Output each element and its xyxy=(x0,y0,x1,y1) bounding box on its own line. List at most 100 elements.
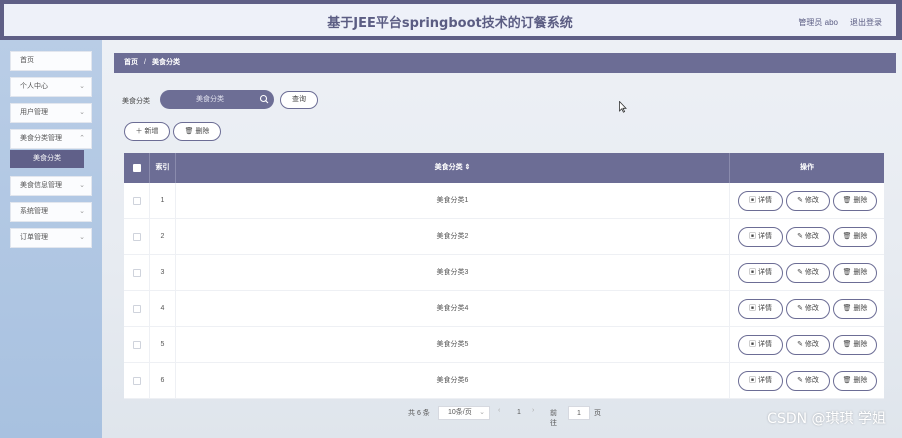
row-index: 6 xyxy=(150,363,176,399)
logout-link[interactable]: 退出登录 xyxy=(850,17,882,28)
trash-icon: 🗑 xyxy=(842,269,854,276)
header-check-cell xyxy=(124,153,150,183)
row-checkbox[interactable] xyxy=(133,197,141,205)
detail-button[interactable]: ▣ 详情 xyxy=(738,263,783,283)
header-category[interactable]: 美食分类 ⇕ xyxy=(176,153,730,183)
row-category: 美食分类5 xyxy=(176,327,730,363)
sidebar-item-home[interactable]: 首页 xyxy=(10,51,92,71)
delete-button-label: 删除 xyxy=(853,233,868,240)
edit-button[interactable]: ✎ 修改 xyxy=(786,335,830,355)
table-row: 3 美食分类3 ▣ 详情 ✎ 修改 🗑 删除 xyxy=(124,255,884,291)
batch-delete-label: 删除 xyxy=(195,128,210,135)
chevron-down-icon: ⌄ xyxy=(79,182,85,189)
delete-button-label: 删除 xyxy=(853,305,868,312)
row-actions: ▣ 详情 ✎ 修改 🗑 删除 xyxy=(730,327,884,363)
delete-button[interactable]: 🗑 删除 xyxy=(833,227,877,247)
row-actions: ▣ 详情 ✎ 修改 🗑 删除 xyxy=(730,219,884,255)
detail-button[interactable]: ▣ 详情 xyxy=(738,227,783,247)
detail-button[interactable]: ▣ 详情 xyxy=(738,299,783,319)
breadcrumb-home[interactable]: 首页 xyxy=(124,59,138,66)
batch-delete-button[interactable]: 🗑 删除 xyxy=(173,122,221,141)
sort-icon[interactable]: ⇕ xyxy=(465,164,471,171)
breadcrumb-separator: / xyxy=(144,59,146,66)
add-button-label: 新增 xyxy=(144,128,159,135)
edit-button[interactable]: ✎ 修改 xyxy=(786,299,830,319)
current-user: 管理员 abo xyxy=(798,18,838,27)
edit-icon: ✎ xyxy=(797,377,805,384)
goto-page-input[interactable] xyxy=(568,406,590,420)
table-row: 4 美食分类4 ▣ 详情 ✎ 修改 🗑 删除 xyxy=(124,291,884,327)
chevron-down-icon: ⌄ xyxy=(479,409,485,416)
sidebar-item-order-management[interactable]: 订单管理 ⌄ xyxy=(10,228,92,248)
edit-icon: ✎ xyxy=(797,233,805,240)
sidebar-item-label: 美食分类管理 xyxy=(20,135,62,142)
edit-button-label: 修改 xyxy=(804,233,819,240)
edit-button[interactable]: ✎ 修改 xyxy=(786,191,830,211)
detail-button[interactable]: ▣ 详情 xyxy=(738,371,783,391)
chevron-up-icon: ⌃ xyxy=(79,135,85,142)
select-all-checkbox[interactable] xyxy=(133,164,141,172)
row-checkbox[interactable] xyxy=(133,269,141,277)
sidebar: 首页 个人中心 ⌄ 用户管理 ⌄ 美食分类管理 ⌃ 美食分类 美食信息管理 ⌄ … xyxy=(0,40,102,438)
delete-button[interactable]: 🗑 删除 xyxy=(833,191,877,211)
edit-button[interactable]: ✎ 修改 xyxy=(786,371,830,391)
pagination-total: 共 6 条 xyxy=(408,410,430,417)
edit-button-label: 修改 xyxy=(804,341,819,348)
search-input[interactable] xyxy=(166,92,254,107)
delete-button-label: 删除 xyxy=(853,341,868,348)
sidebar-item-food-info-management[interactable]: 美食信息管理 ⌄ xyxy=(10,176,92,196)
chevron-down-icon: ⌄ xyxy=(79,83,85,90)
add-button[interactable]: ＋ 新增 xyxy=(124,122,170,141)
edit-icon: ✎ xyxy=(797,197,805,204)
delete-button[interactable]: 🗑 删除 xyxy=(833,263,877,283)
sidebar-item-label: 订单管理 xyxy=(20,234,48,241)
chevron-down-icon: ⌄ xyxy=(79,208,85,215)
delete-button[interactable]: 🗑 删除 xyxy=(833,299,877,319)
trash-icon: 🗑 xyxy=(842,197,854,204)
detail-button-label: 详情 xyxy=(757,377,772,384)
sidebar-subitem-food-category[interactable]: 美食分类 xyxy=(10,150,84,168)
query-button[interactable]: 查询 xyxy=(280,91,318,109)
edit-button[interactable]: ✎ 修改 xyxy=(786,263,830,283)
row-checkbox[interactable] xyxy=(133,233,141,241)
detail-button[interactable]: ▣ 详情 xyxy=(738,335,783,355)
detail-button-label: 详情 xyxy=(757,341,772,348)
top-bar-inner: 基于JEE平台springboot技术的订餐系统 管理员 abo 退出登录 xyxy=(4,4,896,36)
trash-icon: 🗑 xyxy=(842,377,854,384)
row-actions: ▣ 详情 ✎ 修改 🗑 删除 xyxy=(730,183,884,219)
row-checkbox[interactable] xyxy=(133,377,141,385)
sidebar-item-user-management[interactable]: 用户管理 ⌄ xyxy=(10,103,92,123)
table-row: 6 美食分类6 ▣ 详情 ✎ 修改 🗑 删除 xyxy=(124,363,884,399)
top-bar: 基于JEE平台springboot技术的订餐系统 管理员 abo 退出登录 xyxy=(0,0,902,40)
row-checkbox[interactable] xyxy=(133,305,141,313)
sidebar-item-food-category-management[interactable]: 美食分类管理 ⌃ xyxy=(10,129,92,149)
delete-button-label: 删除 xyxy=(853,197,868,204)
edit-icon: ✎ xyxy=(797,341,805,348)
trash-icon: 🗑 xyxy=(184,128,194,135)
row-actions: ▣ 详情 ✎ 修改 🗑 删除 xyxy=(730,363,884,399)
next-page-button[interactable]: › xyxy=(532,407,534,414)
breadcrumb: 首页 / 美食分类 xyxy=(114,53,896,73)
detail-button[interactable]: ▣ 详情 xyxy=(738,191,783,211)
page-number-current[interactable]: 1 xyxy=(512,406,526,420)
page-size-select[interactable]: 10条/页 ⌄ xyxy=(438,406,490,420)
mouse-cursor-icon xyxy=(619,101,627,113)
sidebar-item-system-management[interactable]: 系统管理 ⌄ xyxy=(10,202,92,222)
sidebar-item-personal-center[interactable]: 个人中心 ⌄ xyxy=(10,77,92,97)
row-index: 4 xyxy=(150,291,176,327)
detail-button-label: 详情 xyxy=(757,269,772,276)
row-actions: ▣ 详情 ✎ 修改 🗑 删除 xyxy=(730,291,884,327)
edit-icon: ✎ xyxy=(797,305,805,312)
delete-button-label: 删除 xyxy=(853,377,868,384)
edit-button[interactable]: ✎ 修改 xyxy=(786,227,830,247)
row-checkbox[interactable] xyxy=(133,341,141,349)
delete-button[interactable]: 🗑 删除 xyxy=(833,371,877,391)
prev-page-button[interactable]: ‹ xyxy=(498,407,500,414)
delete-button[interactable]: 🗑 删除 xyxy=(833,335,877,355)
chevron-down-icon: ⌄ xyxy=(79,109,85,116)
table-row: 2 美食分类2 ▣ 详情 ✎ 修改 🗑 删除 xyxy=(124,219,884,255)
main-content: 首页 / 美食分类 美食分类 查询 ＋ 新增 🗑 删除 索引 美食分类 ⇕ 操作 1… xyxy=(102,40,902,438)
chevron-down-icon: ⌄ xyxy=(79,234,85,241)
row-index: 2 xyxy=(150,219,176,255)
trash-icon: 🗑 xyxy=(842,341,854,348)
